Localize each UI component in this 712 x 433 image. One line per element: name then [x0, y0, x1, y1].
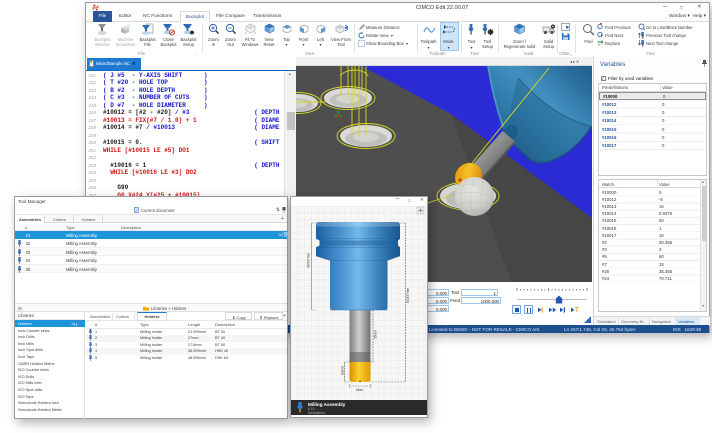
svg-text:48.837mm: 48.837mm — [307, 253, 311, 268]
svg-text:83.837mm: 83.837mm — [406, 288, 410, 303]
svg-text:6mm: 6mm — [356, 388, 363, 392]
svg-text:10mm: 10mm — [341, 366, 345, 375]
svg-text:35mm: 35mm — [374, 330, 378, 339]
